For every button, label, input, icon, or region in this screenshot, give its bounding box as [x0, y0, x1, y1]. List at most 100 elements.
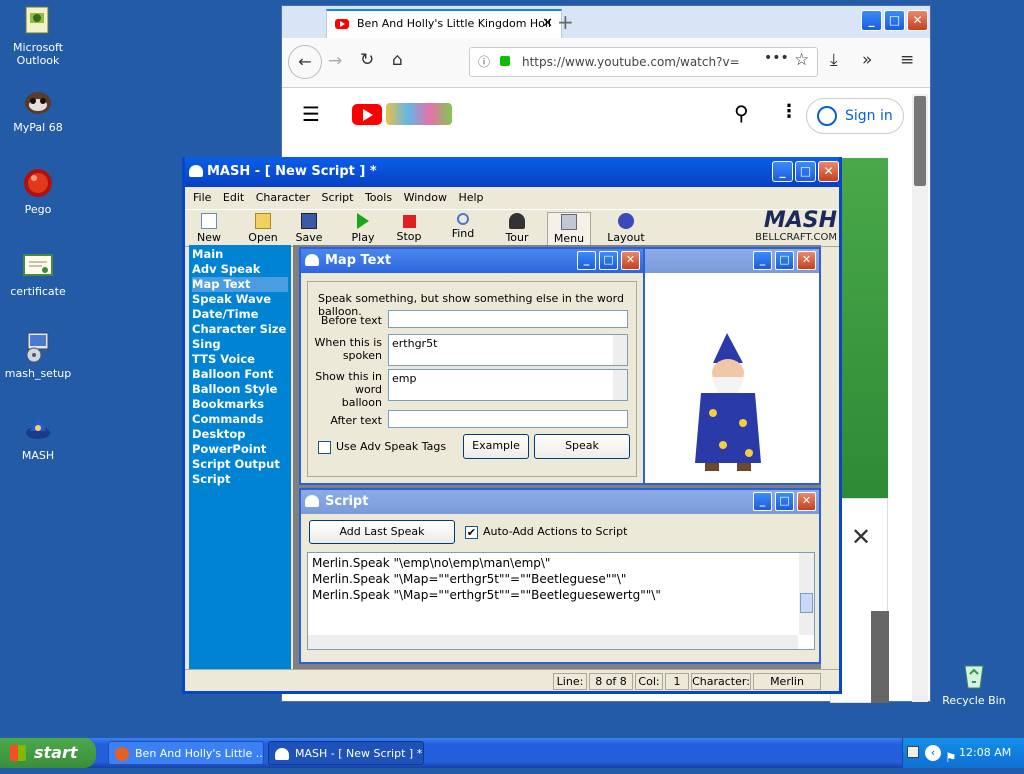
keyboard-icon[interactable] [907, 746, 919, 758]
desktop-icon-recycle-bin[interactable]: Recycle Bin [936, 658, 1012, 707]
info-icon[interactable]: ⓘ [478, 48, 490, 76]
minimize-icon[interactable]: _ [861, 10, 882, 31]
sign-in-button[interactable]: Sign in [806, 98, 904, 134]
network-icon[interactable]: ⚑ [945, 744, 957, 774]
maximize-icon[interactable]: □ [795, 161, 816, 182]
sidebar-item-balloon-font[interactable]: Balloon Font [192, 367, 288, 382]
sidebar-item-sing[interactable]: Sing [192, 337, 288, 352]
stop-button[interactable]: Stop [387, 212, 431, 243]
sidebar-item-balloon-style[interactable]: Balloon Style [192, 382, 288, 397]
tour-button[interactable]: Tour [495, 212, 539, 244]
sidebar-item-main[interactable]: Main [192, 247, 288, 262]
chevron-left-icon[interactable]: ‹ [925, 745, 941, 761]
scrollbar-thumb[interactable] [800, 593, 813, 613]
show-balloon-input[interactable]: emp [388, 369, 628, 401]
add-last-speak-button[interactable]: Add Last Speak [309, 520, 455, 544]
textarea-scrollbar[interactable] [613, 370, 627, 400]
close-icon[interactable]: ✕ [818, 161, 839, 182]
hamburger-menu-icon[interactable]: ≡ [900, 50, 914, 70]
close-icon[interactable]: ✕ [907, 10, 928, 31]
minimize-icon[interactable]: _ [753, 492, 772, 511]
browser-tab[interactable]: Ben And Holly's Little Kingdom Holl ✕ [326, 9, 562, 38]
desktop-icon-outlook[interactable]: Microsoft Outlook [0, 5, 76, 67]
taskbar-item-browser[interactable]: Ben And Holly's Little ... [108, 741, 264, 765]
menu-character[interactable]: Character [256, 191, 310, 204]
minimize-icon[interactable]: _ [753, 251, 772, 270]
close-icon[interactable]: ✕ [797, 251, 816, 270]
use-adv-speak-checkbox[interactable] [318, 441, 331, 454]
sidebar-item-tts-voice[interactable]: TTS Voice [192, 352, 288, 367]
speak-button[interactable]: Speak [534, 434, 630, 459]
example-button[interactable]: Example [463, 434, 529, 459]
before-text-input[interactable] [388, 310, 628, 328]
menu-tools[interactable]: Tools [365, 191, 392, 204]
forward-icon[interactable]: → [328, 51, 342, 71]
after-text-input[interactable] [388, 410, 628, 428]
layout-button[interactable]: Layout [601, 212, 651, 244]
browser-scrollbar[interactable] [912, 94, 928, 702]
new-button[interactable]: New [187, 212, 231, 244]
back-icon[interactable]: ← [288, 45, 322, 79]
home-icon[interactable]: ⌂ [392, 50, 403, 70]
sidebar-item-script[interactable]: Script [192, 472, 288, 487]
play-button[interactable]: Play [341, 212, 385, 244]
close-icon[interactable]: ✕ [621, 251, 640, 270]
when-spoken-input[interactable]: erthgr5t [388, 334, 628, 366]
new-tab-icon[interactable]: + [557, 10, 574, 34]
overflow-icon[interactable]: » [862, 50, 872, 70]
page-actions-icon[interactable]: ••• [764, 50, 789, 66]
horizontal-scrollbar[interactable] [308, 635, 798, 649]
youtube-menu-icon[interactable]: ☰ [302, 102, 320, 126]
sidebar-item-commands[interactable]: Commands [192, 412, 288, 427]
more-options-icon[interactable]: ⋮ [780, 101, 798, 122]
sidebar-item-adv-speak[interactable]: Adv Speak [192, 262, 288, 277]
sidebar-item-desktop[interactable]: Desktop [192, 427, 288, 442]
auto-add-checkbox[interactable]: ✔ [465, 526, 478, 539]
textarea-scrollbar[interactable] [613, 335, 627, 365]
clock[interactable]: 12:08 AM [959, 738, 1011, 768]
sidebar-item-map-text[interactable]: Map Text [192, 277, 288, 292]
maximize-icon[interactable]: □ [775, 492, 794, 511]
menu-button[interactable]: Menu [547, 212, 591, 246]
open-button[interactable]: Open [241, 212, 285, 244]
desktop-icon-mash[interactable]: MASH [0, 413, 76, 462]
sidebar-item-script-output[interactable]: Script Output [192, 457, 288, 472]
bookmark-star-icon[interactable]: ☆ [794, 50, 809, 70]
download-icon[interactable]: ⤓ [830, 50, 838, 70]
save-button[interactable]: Save [287, 212, 331, 244]
maximize-icon[interactable]: □ [599, 251, 618, 270]
minimize-icon[interactable]: _ [577, 251, 596, 270]
desktop-icon-certificate[interactable]: certificate [0, 249, 76, 298]
find-button[interactable]: Find [441, 212, 485, 240]
desktop-icon-mash-setup[interactable]: mash_setup [0, 331, 76, 380]
sidebar-item-date-time[interactable]: Date/Time [192, 307, 288, 322]
taskbar-item-mash[interactable]: MASH - [ New Script ] * [268, 741, 424, 765]
sidebar-item-speak-wave[interactable]: Speak Wave [192, 292, 288, 307]
video-thumbnail[interactable] [842, 158, 888, 498]
sidebar-item-bookmarks[interactable]: Bookmarks [192, 397, 288, 412]
dismiss-ad-icon[interactable]: ✕ [851, 523, 871, 551]
sidebar-item-character-size[interactable]: Character Size [192, 322, 288, 337]
menu-file[interactable]: File [193, 191, 211, 204]
menu-edit[interactable]: Edit [223, 191, 244, 204]
sidebar-item-powerpoint[interactable]: PowerPoint [192, 442, 288, 457]
minimize-icon[interactable]: _ [772, 161, 793, 182]
close-tab-icon[interactable]: ✕ [542, 11, 553, 37]
menu-window[interactable]: Window [404, 191, 447, 204]
mash-app-icon [305, 495, 319, 507]
start-button[interactable]: start [0, 738, 96, 768]
reload-icon[interactable]: ↻ [360, 50, 374, 70]
desktop-icon-pego[interactable]: Pego [0, 167, 76, 216]
maximize-icon[interactable]: □ [884, 10, 905, 31]
desktop-icon-mypal[interactable]: MyPal 68 [0, 85, 76, 134]
scrollbar-thumb[interactable] [914, 96, 926, 186]
mash-brand-url: BELLCRAFT.COM [755, 232, 837, 243]
youtube-logo-icon[interactable] [352, 104, 382, 125]
search-icon[interactable]: ⚲ [734, 101, 749, 125]
close-icon[interactable]: ✕ [797, 492, 816, 511]
script-editor[interactable]: Merlin.Speak "\emp\no\emp\man\emp\" Merl… [307, 552, 815, 650]
maximize-icon[interactable]: □ [775, 251, 794, 270]
menu-help[interactable]: Help [458, 191, 483, 204]
vertical-scrollbar[interactable] [799, 553, 814, 635]
menu-script[interactable]: Script [322, 191, 354, 204]
